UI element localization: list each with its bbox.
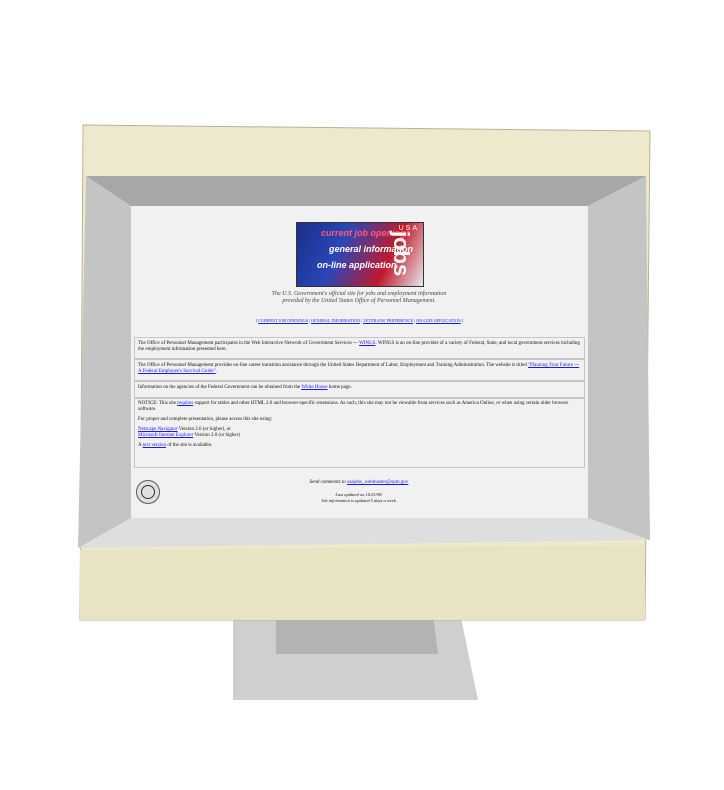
- netscape-version: Version 2.0 (or higher), or: [177, 427, 231, 432]
- comments-line: Send comments to usajobs_webmaster@opm.g…: [211, 480, 507, 485]
- ie-link[interactable]: Microsoft Internet Explorer: [138, 433, 193, 438]
- text-version-link[interactable]: text version: [143, 443, 166, 448]
- ie-version: Version 2.0 (or higher): [193, 433, 240, 438]
- browser-recommendation: For proper and complete presentation, pl…: [138, 417, 273, 422]
- tagline-line1: The U.S. Government's official site for …: [271, 291, 447, 297]
- banner-line3: on-line application: [317, 260, 397, 270]
- whitehouse-text-after: home page.: [327, 385, 352, 390]
- notice-box: NOTICE: This site requires support for t…: [134, 398, 585, 468]
- browser-list: Netscape Navigator Version 2.0 (or highe…: [135, 425, 584, 441]
- wings-paragraph: The Office of Personnel Management parti…: [135, 338, 584, 356]
- career-text: The Office of Personnel Management provi…: [138, 363, 528, 368]
- nav-separator: |: [414, 318, 415, 323]
- webmaster-email-link[interactable]: usajobs_webmaster@opm.gov: [347, 480, 408, 485]
- usajobs-banner[interactable]: current job openings general information…: [296, 222, 424, 287]
- top-nav: [ CURRENT JOB OPENINGS | GENERAL INFORMA…: [221, 318, 498, 323]
- recess-left: [78, 176, 131, 548]
- site-tagline: The U.S. Government's official site for …: [231, 291, 487, 305]
- career-paragraph: The Office of Personnel Management provi…: [135, 360, 584, 378]
- comments-text: Send comments to: [309, 480, 347, 485]
- text-version-suffix: of the site is available.: [166, 443, 213, 448]
- update-info: Last updated on 10/21/98. Job informatio…: [231, 492, 487, 503]
- white-house-link[interactable]: White House: [301, 385, 327, 390]
- nav-online-application[interactable]: ON-LINE APPLICATION: [416, 318, 461, 323]
- nav-veterans-preference[interactable]: VETERANS' PREFERENCE: [363, 318, 413, 323]
- monitor-chin: [80, 545, 645, 620]
- career-transition-box: The Office of Personnel Management provi…: [134, 359, 585, 381]
- tagline-line2: provided by the United States Office of …: [282, 298, 436, 304]
- text-version-paragraph: A text version of the site is available.: [135, 441, 584, 451]
- nav-open-bracket: [: [255, 318, 258, 323]
- nav-separator: |: [361, 318, 363, 323]
- netscape-link[interactable]: Netscape Navigator: [138, 427, 178, 432]
- nav-general-information[interactable]: GENERAL INFORMATION: [311, 318, 360, 323]
- whitehouse-box: Information on the agencies of the Feder…: [134, 381, 585, 398]
- wings-info-box: The Office of Personnel Management parti…: [134, 337, 585, 359]
- recess-top: [86, 176, 646, 206]
- notice-text: NOTICE: This site: [138, 401, 178, 406]
- whitehouse-text: Information on the agencies of the Feder…: [138, 385, 302, 390]
- opm-seal-icon[interactable]: [136, 480, 160, 504]
- wings-text: The Office of Personnel Management parti…: [138, 341, 360, 346]
- nav-separator: |: [309, 318, 310, 323]
- nav-current-job-openings[interactable]: CURRENT JOB OPENINGS: [258, 318, 308, 323]
- career-text-after: .: [215, 369, 217, 374]
- nav-close-bracket: ]: [461, 318, 464, 323]
- notice-paragraph: NOTICE: This site requires support for t…: [135, 399, 584, 415]
- recess-right: [588, 176, 650, 540]
- update-schedule: Job information is updated 5 days a week…: [321, 497, 397, 503]
- browser-screen: current job openings general information…: [131, 206, 588, 518]
- whitehouse-paragraph: Information on the agencies of the Feder…: [135, 382, 584, 394]
- requires-link[interactable]: requires: [177, 401, 193, 406]
- notice-text-after: support for tables and other HTML 2.0 an…: [138, 401, 569, 412]
- banner-jobs: jobs: [389, 231, 414, 277]
- wings-link[interactable]: WINGS: [359, 341, 375, 346]
